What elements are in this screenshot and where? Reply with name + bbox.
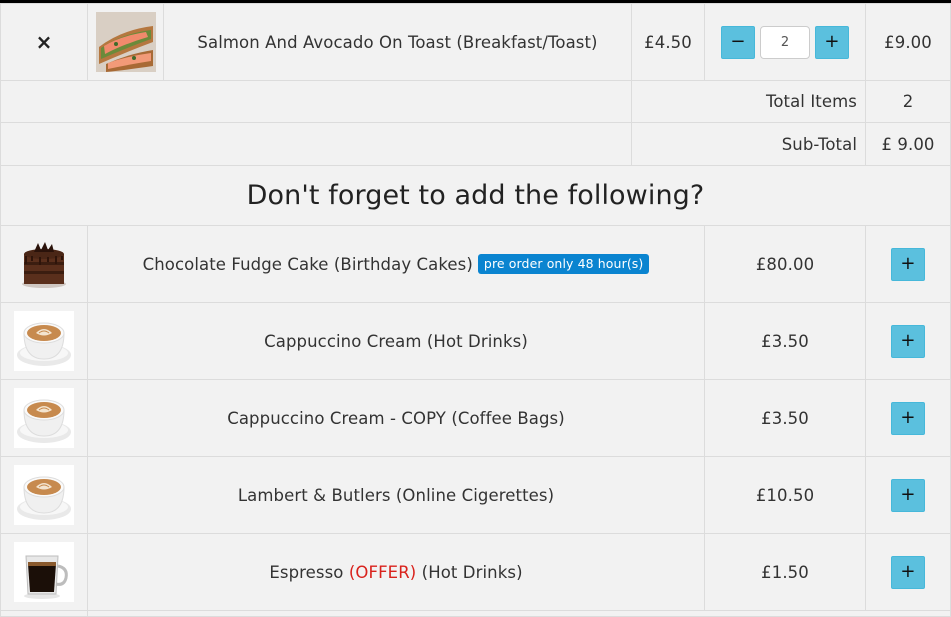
suggestion-name: Espresso bbox=[269, 562, 344, 582]
cart-item-line-total: £9.00 bbox=[884, 32, 932, 52]
suggestions-heading: Don't forget to add the following? bbox=[246, 180, 705, 211]
cart-item-name: Salmon And Avocado On Toast (Breakfast/T… bbox=[197, 32, 598, 52]
suggestion-image-cell bbox=[0, 225, 88, 303]
suggestion-image-cell bbox=[0, 379, 88, 457]
suggestion-price-cell: £1.50 bbox=[704, 533, 866, 611]
suggestion-name-cell: Chocolate Fudge Cake (Birthday Cakes) pr… bbox=[87, 225, 705, 303]
cart-item-name-cell: Salmon And Avocado On Toast (Breakfast/T… bbox=[163, 3, 632, 81]
quantity-control-cell: − + bbox=[704, 3, 866, 81]
cappuccino-image bbox=[14, 388, 74, 448]
subtotal-label: Sub-Total bbox=[781, 134, 857, 154]
partial-row-image-cell bbox=[0, 610, 88, 617]
pre-order-badge: pre order only 48 hour(s) bbox=[477, 254, 650, 274]
suggestion-name-cell: Espresso (OFFER) (Hot Drinks) bbox=[87, 533, 705, 611]
suggestion-price-cell: £10.50 bbox=[704, 456, 866, 534]
suggestion-price: £3.50 bbox=[761, 408, 809, 428]
total-items-label: Total Items bbox=[765, 92, 857, 111]
salmon-toast-image bbox=[95, 12, 156, 72]
totals-spacer bbox=[0, 80, 632, 123]
quantity-input[interactable] bbox=[760, 25, 810, 59]
suggestion-image-cell bbox=[0, 456, 88, 534]
subtotal-value: £ 9.00 bbox=[881, 134, 935, 154]
total-items-label-cell: Total Items bbox=[631, 80, 866, 123]
offer-label: (OFFER) bbox=[348, 562, 417, 582]
suggestion-price: £80.00 bbox=[755, 254, 815, 274]
suggestion-price: £10.50 bbox=[755, 485, 815, 505]
suggestion-name-cell: Cappuccino Cream (Hot Drinks) bbox=[87, 302, 705, 380]
cappuccino-image bbox=[14, 311, 74, 371]
suggestion-price-cell: £80.00 bbox=[704, 225, 866, 303]
suggestion-price-cell: £3.50 bbox=[704, 302, 866, 380]
suggestion-add-cell: + bbox=[865, 302, 951, 380]
suggestion-add-cell: + bbox=[865, 456, 951, 534]
cake-image bbox=[14, 234, 74, 294]
suggestion-add-cell: + bbox=[865, 379, 951, 457]
suggestion-add-cell: + bbox=[865, 225, 951, 303]
espresso-image bbox=[14, 542, 74, 602]
add-suggestion-button[interactable]: + bbox=[891, 555, 925, 589]
suggestion-name: Lambert & Butlers (Online Cigerettes) bbox=[237, 485, 555, 505]
add-suggestion-button[interactable]: + bbox=[891, 324, 925, 358]
suggestion-category: (Hot Drinks) bbox=[421, 562, 523, 582]
suggestion-price: £1.50 bbox=[761, 562, 809, 582]
suggestions-heading-cell: Don't forget to add the following? bbox=[0, 165, 951, 226]
increment-quantity-button[interactable]: + bbox=[815, 25, 849, 59]
suggestion-name-cell: Lambert & Butlers (Online Cigerettes) bbox=[87, 456, 705, 534]
cappuccino-image bbox=[14, 465, 74, 525]
suggestion-add-cell: + bbox=[865, 533, 951, 611]
add-suggestion-button[interactable]: + bbox=[891, 478, 925, 512]
cart-item-image-cell bbox=[87, 3, 164, 81]
total-items-value-cell: 2 bbox=[865, 80, 951, 123]
suggestion-price-cell: £3.50 bbox=[704, 379, 866, 457]
cart-item-unit-price: £4.50 bbox=[644, 32, 692, 52]
add-suggestion-button[interactable]: + bbox=[891, 401, 925, 435]
subtotal-value-cell: £ 9.00 bbox=[865, 122, 951, 166]
remove-cell: × bbox=[0, 3, 88, 81]
remove-item-button[interactable]: × bbox=[36, 30, 53, 54]
cart-item-total-cell: £9.00 bbox=[865, 3, 951, 81]
suggestion-name: Chocolate Fudge Cake (Birthday Cakes) bbox=[142, 254, 473, 274]
add-suggestion-button[interactable]: + bbox=[891, 247, 925, 281]
partial-row-cell bbox=[87, 610, 951, 617]
subtotal-spacer bbox=[0, 122, 632, 166]
subtotal-label-cell: Sub-Total bbox=[631, 122, 866, 166]
suggestion-image-cell bbox=[0, 302, 88, 380]
suggestion-image-cell bbox=[0, 533, 88, 611]
suggestion-name: Cappuccino Cream (Hot Drinks) bbox=[264, 331, 528, 351]
suggestion-name-cell: Cappuccino Cream - COPY (Coffee Bags) bbox=[87, 379, 705, 457]
total-items-value: 2 bbox=[902, 92, 914, 111]
suggestion-price: £3.50 bbox=[761, 331, 809, 351]
suggestion-name: Cappuccino Cream - COPY (Coffee Bags) bbox=[227, 408, 565, 428]
decrement-quantity-button[interactable]: − bbox=[721, 25, 755, 59]
cart-item-price-cell: £4.50 bbox=[631, 3, 705, 81]
